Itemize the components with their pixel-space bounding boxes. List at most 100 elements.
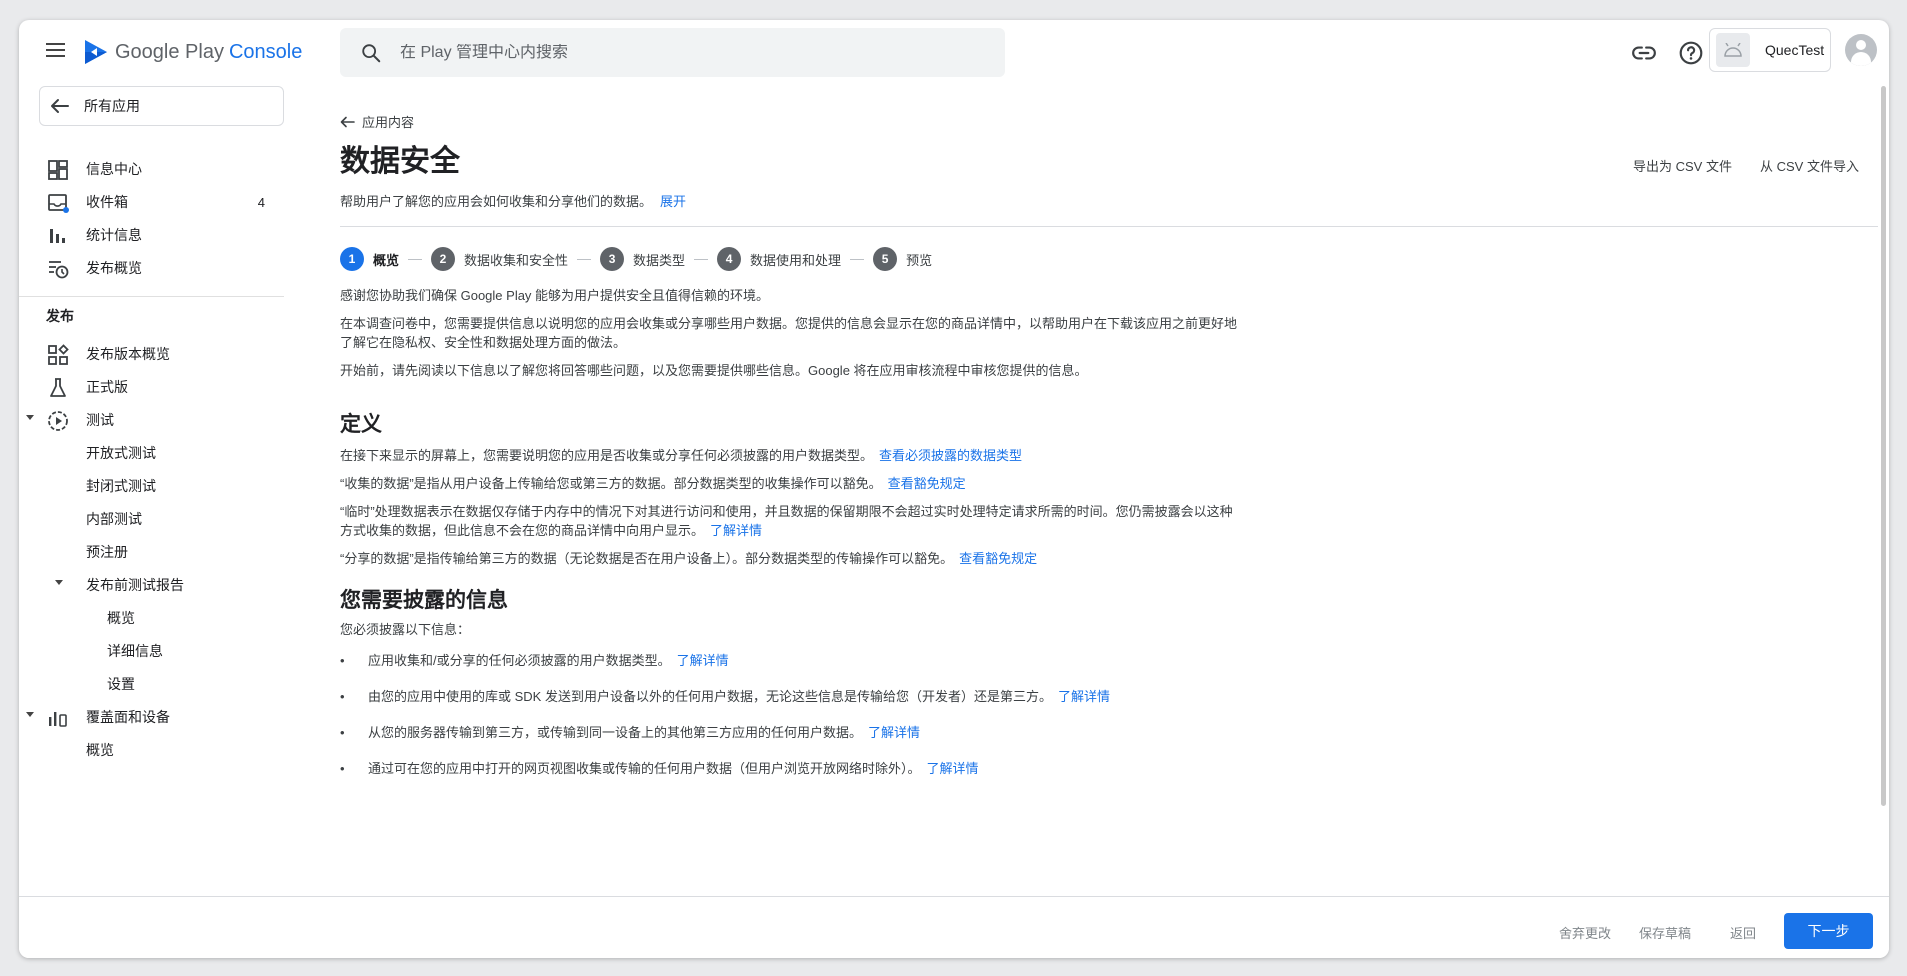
sidebar-item-label: 预注册 — [86, 544, 128, 560]
sidebar-item-pre-launch-report[interactable]: 发布前测试报告 — [19, 568, 285, 602]
sidebar-item-production[interactable]: 正式版 — [19, 370, 285, 404]
back-to-app-content-link[interactable]: 应用内容 — [340, 112, 414, 131]
sidebar-item-label: 内部测试 — [86, 511, 142, 527]
disclose-item-text: 由您的应用中使用的库或 SDK 发送到用户设备以外的任何用户数据，无论这些信息是… — [368, 689, 1052, 704]
avatar[interactable] — [1845, 34, 1877, 66]
learn-more-link[interactable]: 了解详情 — [927, 761, 979, 776]
sidebar-item-pre-registration[interactable]: 预注册 — [19, 535, 285, 569]
next-button[interactable]: 下一步 — [1784, 913, 1873, 949]
learn-more-link[interactable]: 了解详情 — [868, 725, 920, 740]
step-connector — [408, 258, 423, 260]
sidebar-item-label: 正式版 — [86, 379, 128, 395]
testing-icon — [48, 411, 68, 431]
save-draft-button[interactable]: 保存草稿 — [1639, 923, 1691, 942]
sidebar-item-label: 概览 — [107, 610, 135, 626]
sidebar-item-label: 测试 — [86, 412, 114, 428]
android-icon — [1724, 43, 1742, 57]
sidebar-item-release-overview[interactable]: 发布版本概览 — [19, 337, 285, 371]
learn-more-link[interactable]: 了解详情 — [710, 523, 762, 538]
sidebar-item-open-testing[interactable]: 开放式测试 — [19, 436, 285, 470]
definition-text: “临时”处理数据表示在数据仅存储于内存中的情况下对其进行访问和使用，并且数据的保… — [340, 504, 1233, 538]
discard-changes-button[interactable]: 舍弃更改 — [1559, 923, 1611, 942]
intro-paragraph: 感谢您协助我们确保 Google Play 能够为用户提供安全且值得信赖的环境。 — [340, 288, 770, 303]
definition-paragraph: “分享的数据”是指传输给第三方的数据（无论数据是否在用户设备上）。部分数据类型的… — [340, 549, 1240, 568]
sidebar-item-inbox[interactable]: 收件箱 4 — [19, 185, 285, 219]
step-data-collection[interactable]: 2 数据收集和安全性 — [431, 247, 568, 271]
view-exemptions-link[interactable]: 查看豁免规定 — [959, 551, 1037, 566]
all-apps-button[interactable]: 所有应用 — [39, 86, 284, 126]
import-csv-button[interactable]: 从 CSV 文件导入 — [1760, 156, 1859, 175]
section-heading-release: 发布 — [46, 308, 74, 324]
all-apps-label: 所有应用 — [84, 98, 140, 114]
expand-caret-icon[interactable] — [26, 712, 34, 717]
page-title: 数据安全 — [340, 145, 460, 178]
sidebar-item-statistics[interactable]: 统计信息 — [19, 218, 285, 252]
logo-text: Google Play — [115, 40, 224, 63]
step-connector — [850, 258, 865, 260]
sidebar-item-report-overview[interactable]: 概览 — [19, 601, 285, 635]
disclose-intro: 您必须披露以下信息： — [340, 622, 471, 637]
inbox-count-badge: 4 — [257, 194, 265, 210]
step-number: 4 — [717, 247, 742, 271]
sidebar-item-internal-testing[interactable]: 内部测试 — [19, 502, 285, 536]
app-icon — [1716, 33, 1750, 67]
learn-more-link[interactable]: 了解详情 — [677, 653, 729, 668]
dashboard-icon — [48, 160, 68, 180]
sidebar-item-label: 概览 — [86, 742, 114, 758]
help-icon[interactable] — [1678, 40, 1704, 66]
menu-icon[interactable] — [43, 39, 69, 65]
sidebar-item-label: 详细信息 — [107, 643, 163, 659]
sidebar-item-dashboard[interactable]: 信息中心 — [19, 152, 285, 186]
footer-action-bar: 舍弃更改 保存草稿 返回 下一步 — [19, 896, 1889, 958]
expand-link[interactable]: 展开 — [660, 194, 686, 209]
intro-paragraph: 开始前，请先阅读以下信息以了解您将回答哪些问题，以及您需要提供哪些信息。Goog… — [340, 363, 1088, 378]
back-link-label: 应用内容 — [362, 115, 415, 130]
search-icon — [362, 43, 381, 62]
production-icon — [50, 378, 66, 397]
sidebar-item-report-settings[interactable]: 设置 — [19, 667, 285, 701]
disclose-item-text: 应用收集和/或分享的任何必须披露的用户数据类型。 — [368, 653, 671, 668]
sidebar-item-label: 收件箱 — [86, 194, 128, 210]
sidebar-item-label: 设置 — [107, 676, 135, 692]
account-switcher[interactable]: QuecTest — [1709, 28, 1831, 72]
export-csv-button[interactable]: 导出为 CSV 文件 — [1633, 156, 1732, 175]
sidebar-item-reach-and-devices[interactable]: 覆盖面和设备 — [19, 700, 285, 734]
step-connector — [694, 258, 709, 260]
play-logo-icon — [85, 40, 107, 64]
sidebar-item-label: 发布版本概览 — [86, 346, 170, 362]
search-bar[interactable] — [340, 28, 1005, 77]
stepper: 1 概览 2 数据收集和安全性 3 数据类型 4 数据使用和处理 5 预览 — [340, 246, 932, 272]
view-exemptions-link[interactable]: 查看豁免规定 — [888, 476, 966, 491]
step-connector — [577, 258, 592, 260]
step-number: 5 — [873, 247, 898, 271]
step-number: 2 — [431, 247, 456, 271]
sidebar-item-label: 封闭式测试 — [86, 478, 156, 494]
header-divider — [340, 226, 1878, 227]
sidebar-item-report-details[interactable]: 详细信息 — [19, 634, 285, 668]
sidebar-item-testing[interactable]: 测试 — [19, 403, 285, 437]
scrollbar[interactable] — [1881, 86, 1886, 806]
search-input[interactable] — [400, 43, 960, 62]
sidebar-item-publishing-overview[interactable]: 发布概览 — [19, 251, 285, 285]
expand-caret-icon[interactable] — [55, 580, 63, 585]
view-data-types-link[interactable]: 查看必须披露的数据类型 — [879, 448, 1022, 463]
step-data-usage[interactable]: 4 数据使用和处理 — [717, 247, 841, 271]
play-console-logo[interactable]: Google Play Console — [83, 35, 302, 69]
learn-more-link[interactable]: 了解详情 — [1058, 689, 1110, 704]
logo-accent: Console — [228, 40, 303, 63]
arrow-back-icon — [340, 116, 355, 127]
page-description-text: 帮助用户了解您的应用会如何收集和分享他们的数据。 — [340, 194, 653, 209]
step-preview[interactable]: 5 预览 — [873, 247, 932, 271]
expand-caret-icon[interactable] — [26, 415, 34, 420]
arrow-back-icon — [51, 99, 69, 113]
step-number: 3 — [600, 247, 625, 271]
intro-paragraph: 在本调查问卷中，您需要提供信息以说明您的应用会收集或分享哪些用户数据。您提供的信… — [340, 316, 1238, 350]
back-button[interactable]: 返回 — [1730, 923, 1756, 942]
step-data-types[interactable]: 3 数据类型 — [600, 247, 685, 271]
link-icon[interactable] — [1631, 40, 1657, 66]
sidebar-item-closed-testing[interactable]: 封闭式测试 — [19, 469, 285, 503]
step-number: 1 — [340, 247, 364, 271]
sidebar-item-reach-overview[interactable]: 概览 — [19, 733, 285, 767]
step-overview[interactable]: 1 概览 — [340, 247, 399, 271]
inbox-icon — [48, 194, 69, 213]
